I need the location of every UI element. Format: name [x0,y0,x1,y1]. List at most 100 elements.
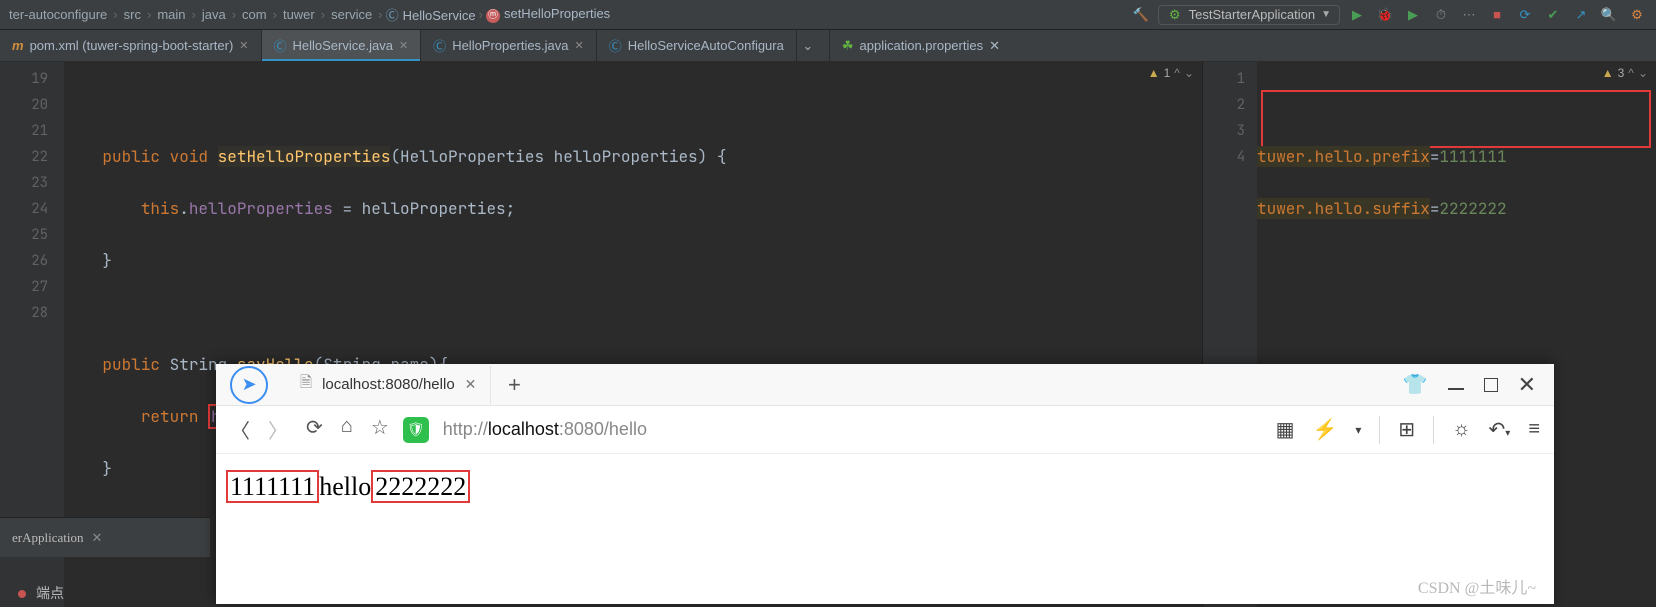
run-toolbar: 🔨 ⚙ TestStarterApplication ▼ ▶ 🐞 ▶ ⏱ ⋯ ■… [1122,4,1656,26]
line-number: 26 [0,248,64,274]
theme-icon[interactable]: ☼ [1452,418,1470,441]
tab-label: pom.xml (tuwer-spring-boot-starter) [30,38,234,53]
tab-auto-configuration[interactable]: Ⓒ HelloServiceAutoConfigura [597,30,797,61]
breadcrumb-class[interactable]: HelloService [386,5,476,24]
code-line: this.helloProperties = helloProperties; [64,196,1202,222]
browser-logo-icon[interactable]: ➤ [230,366,268,404]
address-bar[interactable]: http://localhost:8080/hello [443,419,1262,440]
more-run-icon[interactable]: ⋯ [1458,4,1480,26]
undo-icon[interactable]: ↶▾ [1489,417,1511,442]
tab-hello-properties[interactable]: Ⓒ HelloProperties.java ✕ [421,30,597,61]
page-icon: 🗎 [300,372,312,397]
chevron-down-icon[interactable]: ▾ [1355,423,1361,437]
spring-leaf-icon: ☘ [842,38,854,54]
tab-label: HelloServiceAutoConfigura [628,38,784,53]
breadcrumb-method[interactable]: setHelloProperties [486,6,610,23]
stop-button[interactable]: ■ [1486,4,1508,26]
close-icon[interactable]: ✕ [465,376,477,393]
output-prefix: 1111111 [226,470,319,503]
bolt-icon[interactable]: ⚡ [1312,417,1337,442]
new-tab-button[interactable]: + [495,372,533,398]
breakpoint-icon [18,590,26,598]
browser-content: 1111111hello2222222 [216,454,1554,520]
line-number: 2 [1203,92,1257,118]
settings-icon[interactable]: ⚙ [1626,4,1648,26]
home-button[interactable]: ⌂ [341,415,353,444]
run-button[interactable]: ▶ [1346,4,1368,26]
git-commit-icon[interactable]: ✔ [1542,4,1564,26]
coverage-button[interactable]: ▶ [1402,4,1424,26]
url-host: localhost [488,419,559,439]
tab-label: erApplication [12,530,83,546]
line-number: 21 [0,118,64,144]
extensions-icon[interactable]: ⊞ [1398,417,1415,442]
line-number: 22 [0,144,64,170]
breadcrumb-seg[interactable]: service [331,7,372,22]
close-icon[interactable]: ✕ [399,39,408,52]
close-icon[interactable]: ✕ [989,38,1000,54]
breadcrumb-seg[interactable]: main [157,7,185,22]
breadcrumb-seg[interactable]: java [202,7,226,22]
debug-button[interactable]: 🐞 [1374,4,1396,26]
tool-window-tabs: erApplication ✕ [0,517,210,557]
line-number: 28 [0,300,64,326]
code-line [64,300,1202,326]
run-config-name: TestStarterApplication [1189,7,1315,22]
line-number: 24 [0,196,64,222]
run-config-selector[interactable]: ⚙ TestStarterApplication ▼ [1158,5,1340,25]
reload-button[interactable]: ⟳ [306,415,323,444]
code-line [64,92,1202,118]
search-icon[interactable]: 🔍 [1598,4,1620,26]
maximize-button[interactable] [1484,378,1498,392]
code-line: public void setHelloProperties(HelloProp… [64,144,1202,170]
tshirt-icon[interactable]: 👕 [1403,372,1428,397]
git-push-icon[interactable]: ↗ [1570,4,1592,26]
tabs-overflow-icon[interactable]: ⌄ [797,30,819,61]
line-number: 19 [0,66,64,92]
code-line [1257,92,1656,118]
shield-icon[interactable]: 🛡 [403,417,429,443]
qr-icon[interactable]: ▦ [1276,417,1295,442]
tab-application-properties[interactable]: ☘ application.properties ✕ [829,30,1012,61]
output-mid: hello [319,472,371,501]
close-icon[interactable]: ✕ [575,39,584,52]
tab-label: application.properties [860,38,984,53]
breadcrumb-seg[interactable]: src [124,7,141,22]
tab-pom[interactable]: m pom.xml (tuwer-spring-boot-starter) ✕ [0,30,262,61]
build-icon[interactable]: 🔨 [1130,4,1152,26]
tab-hello-service[interactable]: Ⓒ HelloService.java ✕ [262,30,422,61]
menu-icon[interactable]: ≡ [1528,418,1540,441]
breadcrumb-seg[interactable]: tuwer [283,7,315,22]
line-number: 20 [0,92,64,118]
profile-button[interactable]: ⏱ [1430,4,1452,26]
back-button[interactable]: 〈 [230,415,250,444]
class-icon: Ⓒ [274,36,287,55]
line-number: 27 [0,274,64,300]
code-line: tuwer.hello.suffix=2222222 [1257,196,1656,222]
minimize-button[interactable] [1448,388,1464,390]
close-button[interactable]: ✕ [1518,372,1536,398]
tab-label: HelloProperties.java [452,38,568,53]
close-icon[interactable]: ✕ [239,39,248,52]
line-number: 4 [1203,144,1257,170]
breadcrumb-seg[interactable]: ter-autoconfigure [9,7,107,22]
url-scheme: http:// [443,419,488,439]
debug-breakpoints-label[interactable]: 端点 [18,583,64,603]
chevron-down-icon: ▼ [1321,9,1331,20]
class-icon: Ⓒ [609,36,622,55]
spring-icon: ⚙ [1167,7,1183,23]
watermark: CSDN @土味儿~ [1418,574,1536,598]
browser-tabstrip: ➤ 🗎 localhost:8080/hello ✕ + 👕 ✕ [216,364,1554,406]
breadcrumb-seg[interactable]: com [242,7,267,22]
favorite-button[interactable]: ☆ [371,415,389,444]
line-number: 23 [0,170,64,196]
close-icon[interactable]: ✕ [91,530,102,546]
line-number: 3 [1203,118,1257,144]
forward-button[interactable]: 〉 [268,415,288,444]
line-number: 25 [0,222,64,248]
code-area[interactable]: tuwer.hello.prefix=1111111 tuwer.hello.s… [1257,66,1656,274]
browser-tab[interactable]: 🗎 localhost:8080/hello ✕ [286,366,491,404]
breadcrumb[interactable]: ter-autoconfigure› src› main› java› com›… [0,5,1122,24]
git-update-icon[interactable]: ⟳ [1514,4,1536,26]
tool-tab-application[interactable]: erApplication ✕ [0,524,114,552]
